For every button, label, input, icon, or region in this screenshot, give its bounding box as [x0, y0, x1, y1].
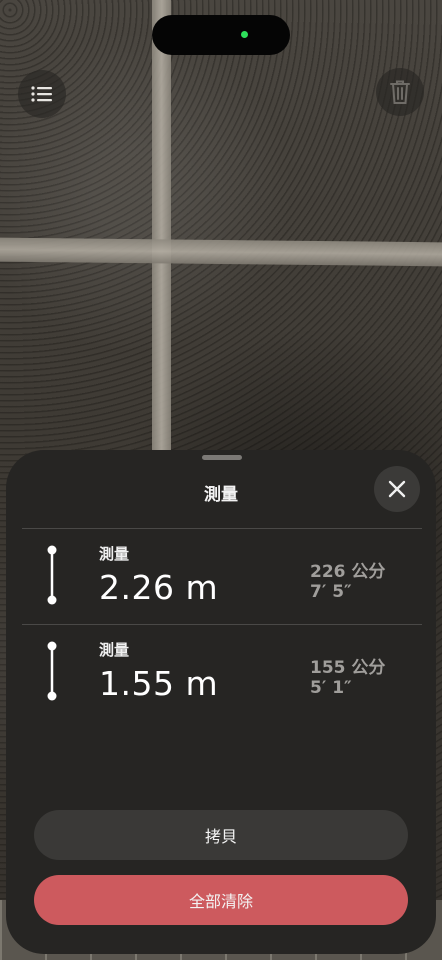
measurement-label: 測量	[99, 545, 130, 563]
measurement-value: 1.55 m	[99, 664, 219, 703]
measurement-value: 2.26 m	[99, 568, 219, 607]
measurements-sheet: 測量 測量 2.26 m 226 公分 7′ 5″ 測量 1.55 m 155 …	[6, 450, 436, 954]
trash-icon	[390, 80, 410, 104]
measurement-imperial: 7′ 5″	[310, 582, 352, 602]
measurements-list-button[interactable]	[18, 70, 66, 118]
camera-indicator-dot	[241, 31, 248, 38]
measurement-metric: 155 公分	[310, 658, 386, 678]
sheet-grabber[interactable]	[202, 455, 242, 460]
measure-line-icon	[47, 545, 57, 605]
measurement-imperial: 5′ 1″	[310, 678, 352, 698]
list-icon	[31, 86, 52, 102]
close-button[interactable]	[374, 466, 420, 512]
delete-button[interactable]	[376, 68, 424, 116]
divider	[22, 624, 422, 625]
measure-line-icon	[47, 641, 57, 701]
ceiling-beam-vertical	[152, 0, 171, 470]
ceiling-beam-horizontal	[0, 237, 442, 267]
measurement-row[interactable]: 測量 2.26 m 226 公分 7′ 5″	[6, 530, 436, 626]
copy-button[interactable]: 拷貝	[34, 810, 408, 860]
measurement-label: 測量	[99, 641, 130, 659]
measurement-row[interactable]: 測量 1.55 m 155 公分 5′ 1″	[6, 626, 436, 722]
close-icon	[388, 480, 406, 498]
measurement-metric: 226 公分	[310, 562, 386, 582]
clear-all-button[interactable]: 全部清除	[34, 875, 408, 925]
divider	[22, 528, 422, 529]
sheet-title: 測量	[204, 485, 238, 505]
dynamic-island	[152, 15, 290, 55]
